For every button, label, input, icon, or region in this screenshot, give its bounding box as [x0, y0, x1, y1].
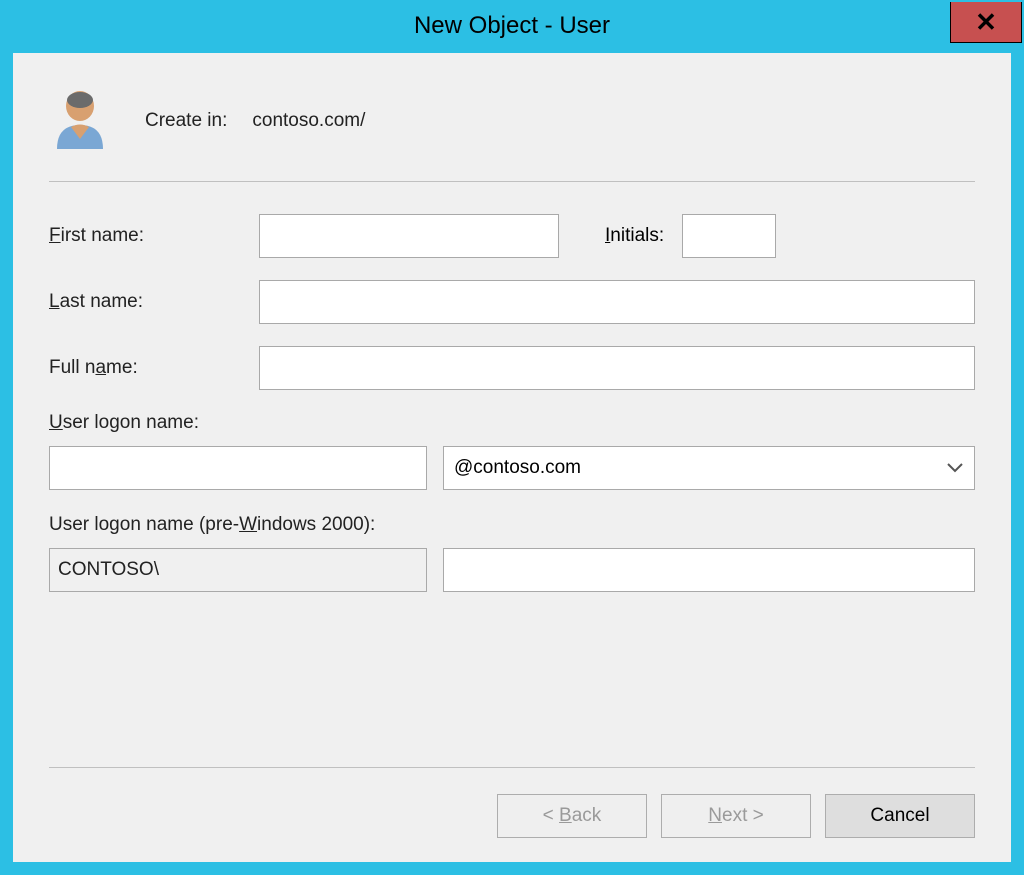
- create-in-path: contoso.com/: [252, 110, 365, 131]
- dialog-content: Create in: contoso.com/ First name: Init…: [13, 53, 1011, 862]
- dialog-window: New Object - User ✕ Create in: contoso.c…: [0, 0, 1024, 875]
- create-in-row: Create in: contoso.com/: [145, 110, 365, 132]
- logon-name-input[interactable]: [49, 446, 427, 490]
- window-title: New Object - User: [414, 12, 610, 40]
- pre2000-domain-display: CONTOSO\: [49, 548, 427, 592]
- row-last-name: Last name:: [49, 280, 975, 324]
- header-row: Create in: contoso.com/: [51, 87, 975, 155]
- domain-selected-value: @contoso.com: [454, 457, 581, 479]
- pre2000-label: User logon name (pre-Windows 2000):: [49, 514, 975, 536]
- pre2000-username-input[interactable]: [443, 548, 975, 592]
- first-name-input[interactable]: [259, 214, 559, 258]
- titlebar: New Object - User ✕: [2, 2, 1022, 50]
- initials-input[interactable]: [682, 214, 776, 258]
- domain-select[interactable]: @contoso.com: [443, 446, 975, 490]
- create-in-label: Create in:: [145, 110, 227, 131]
- row-first-name: First name: Initials:: [49, 214, 975, 258]
- row-full-name: Full name:: [49, 346, 975, 390]
- last-name-input[interactable]: [259, 280, 975, 324]
- row-logon: @contoso.com: [49, 446, 975, 490]
- cancel-button[interactable]: Cancel: [825, 794, 975, 838]
- button-row: < Back Next > Cancel: [49, 794, 975, 838]
- content-wrapper: Create in: contoso.com/ First name: Init…: [2, 50, 1022, 873]
- divider-bottom: [49, 767, 975, 768]
- logon-name-label: User logon name:: [49, 412, 975, 434]
- initials-label: Initials:: [605, 225, 664, 247]
- last-name-label: Last name:: [49, 291, 259, 313]
- user-icon: [51, 87, 109, 155]
- full-name-label: Full name:: [49, 357, 259, 379]
- full-name-input[interactable]: [259, 346, 975, 390]
- back-button[interactable]: < Back: [497, 794, 647, 838]
- next-button[interactable]: Next >: [661, 794, 811, 838]
- row-pre2000: CONTOSO\: [49, 548, 975, 592]
- footer: < Back Next > Cancel: [49, 767, 975, 838]
- close-button[interactable]: ✕: [950, 2, 1022, 43]
- form-area: First name: Initials: Last name: Full na…: [49, 214, 975, 767]
- divider-top: [49, 181, 975, 182]
- first-name-label: First name:: [49, 225, 259, 247]
- close-icon: ✕: [975, 9, 997, 35]
